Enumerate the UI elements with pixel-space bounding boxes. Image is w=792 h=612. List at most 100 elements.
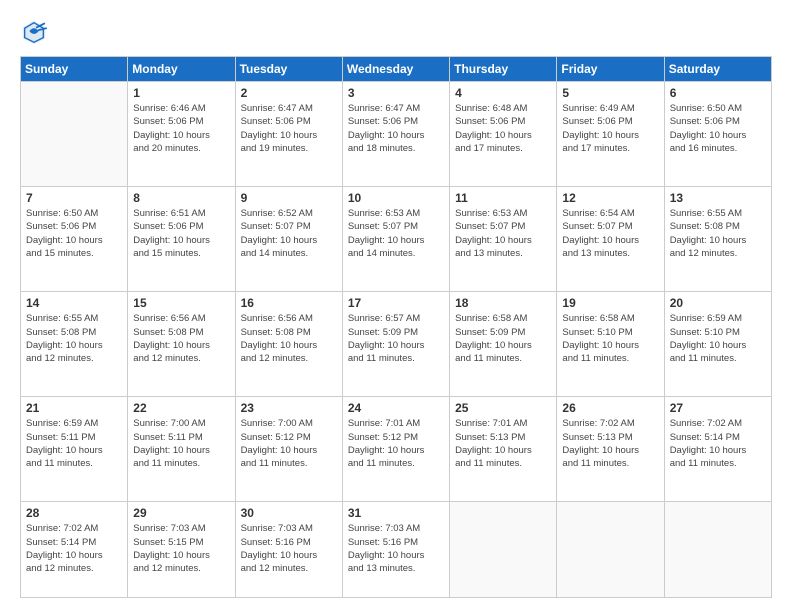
day-number: 13	[670, 191, 766, 205]
day-header-wednesday: Wednesday	[342, 57, 449, 82]
page: SundayMondayTuesdayWednesdayThursdayFrid…	[0, 0, 792, 612]
calendar-cell: 3 Sunrise: 6:47 AM Sunset: 5:06 PM Daylig…	[342, 82, 449, 187]
day-header-sunday: Sunday	[21, 57, 128, 82]
day-info: Sunrise: 6:57 AM Sunset: 5:09 PM Dayligh…	[348, 312, 444, 365]
calendar-cell: 4 Sunrise: 6:48 AM Sunset: 5:06 PM Daylig…	[450, 82, 557, 187]
logo-icon	[20, 18, 48, 46]
day-info: Sunrise: 7:03 AM Sunset: 5:15 PM Dayligh…	[133, 522, 229, 575]
calendar-cell: 2 Sunrise: 6:47 AM Sunset: 5:06 PM Daylig…	[235, 82, 342, 187]
day-number: 8	[133, 191, 229, 205]
calendar-cell: 23 Sunrise: 7:00 AM Sunset: 5:12 PM Dayli…	[235, 397, 342, 502]
day-info: Sunrise: 6:58 AM Sunset: 5:10 PM Dayligh…	[562, 312, 658, 365]
calendar-cell: 31 Sunrise: 7:03 AM Sunset: 5:16 PM Dayli…	[342, 502, 449, 598]
calendar-cell: 22 Sunrise: 7:00 AM Sunset: 5:11 PM Dayli…	[128, 397, 235, 502]
calendar-cell: 25 Sunrise: 7:01 AM Sunset: 5:13 PM Dayli…	[450, 397, 557, 502]
day-number: 27	[670, 401, 766, 415]
calendar-table: SundayMondayTuesdayWednesdayThursdayFrid…	[20, 56, 772, 598]
day-info: Sunrise: 7:02 AM Sunset: 5:14 PM Dayligh…	[670, 417, 766, 470]
logo	[20, 18, 52, 46]
day-number: 1	[133, 86, 229, 100]
day-number: 7	[26, 191, 122, 205]
day-info: Sunrise: 6:47 AM Sunset: 5:06 PM Dayligh…	[348, 102, 444, 155]
day-info: Sunrise: 7:01 AM Sunset: 5:13 PM Dayligh…	[455, 417, 551, 470]
day-info: Sunrise: 6:48 AM Sunset: 5:06 PM Dayligh…	[455, 102, 551, 155]
day-number: 6	[670, 86, 766, 100]
day-info: Sunrise: 7:03 AM Sunset: 5:16 PM Dayligh…	[241, 522, 337, 575]
header	[20, 18, 772, 46]
day-info: Sunrise: 7:00 AM Sunset: 5:12 PM Dayligh…	[241, 417, 337, 470]
calendar-cell: 6Sunrise: 6:50 AM Sunset: 5:06 PM Daylig…	[664, 82, 771, 187]
day-number: 24	[348, 401, 444, 415]
day-info: Sunrise: 7:03 AM Sunset: 5:16 PM Dayligh…	[348, 522, 444, 575]
calendar-header-row: SundayMondayTuesdayWednesdayThursdayFrid…	[21, 57, 772, 82]
day-number: 14	[26, 296, 122, 310]
day-number: 18	[455, 296, 551, 310]
day-info: Sunrise: 7:00 AM Sunset: 5:11 PM Dayligh…	[133, 417, 229, 470]
calendar-cell: 8 Sunrise: 6:51 AM Sunset: 5:06 PM Daylig…	[128, 187, 235, 292]
day-number: 11	[455, 191, 551, 205]
day-number: 2	[241, 86, 337, 100]
day-number: 28	[26, 506, 122, 520]
calendar-cell: 30Sunrise: 7:03 AM Sunset: 5:16 PM Dayli…	[235, 502, 342, 598]
day-number: 20	[670, 296, 766, 310]
day-number: 10	[348, 191, 444, 205]
calendar-cell: 24 Sunrise: 7:01 AM Sunset: 5:12 PM Dayli…	[342, 397, 449, 502]
day-header-thursday: Thursday	[450, 57, 557, 82]
calendar-cell: 7 Sunrise: 6:50 AM Sunset: 5:06 PM Daylig…	[21, 187, 128, 292]
calendar-cell: 19 Sunrise: 6:58 AM Sunset: 5:10 PM Dayli…	[557, 292, 664, 397]
day-info: Sunrise: 6:59 AM Sunset: 5:10 PM Dayligh…	[670, 312, 766, 365]
calendar-cell: 28 Sunrise: 7:02 AM Sunset: 5:14 PM Dayli…	[21, 502, 128, 598]
day-info: Sunrise: 6:50 AM Sunset: 5:06 PM Dayligh…	[26, 207, 122, 260]
day-number: 19	[562, 296, 658, 310]
calendar-cell: 20 Sunrise: 6:59 AM Sunset: 5:10 PM Dayli…	[664, 292, 771, 397]
day-info: Sunrise: 6:53 AM Sunset: 5:07 PM Dayligh…	[455, 207, 551, 260]
day-number: 29	[133, 506, 229, 520]
day-number: 17	[348, 296, 444, 310]
calendar-cell: 18 Sunrise: 6:58 AM Sunset: 5:09 PM Dayli…	[450, 292, 557, 397]
day-number: 31	[348, 506, 444, 520]
day-header-tuesday: Tuesday	[235, 57, 342, 82]
day-info: Sunrise: 6:54 AM Sunset: 5:07 PM Dayligh…	[562, 207, 658, 260]
calendar-cell: 9 Sunrise: 6:52 AM Sunset: 5:07 PM Daylig…	[235, 187, 342, 292]
day-number: 3	[348, 86, 444, 100]
day-number: 15	[133, 296, 229, 310]
calendar-cell	[664, 502, 771, 598]
day-info: Sunrise: 7:02 AM Sunset: 5:14 PM Dayligh…	[26, 522, 122, 575]
day-number: 5	[562, 86, 658, 100]
calendar-cell: 1 Sunrise: 6:46 AM Sunset: 5:06 PM Daylig…	[128, 82, 235, 187]
week-row-2: 7 Sunrise: 6:50 AM Sunset: 5:06 PM Daylig…	[21, 187, 772, 292]
week-row-4: 21Sunrise: 6:59 AM Sunset: 5:11 PM Dayli…	[21, 397, 772, 502]
day-number: 26	[562, 401, 658, 415]
day-number: 21	[26, 401, 122, 415]
calendar-cell: 14Sunrise: 6:55 AM Sunset: 5:08 PM Dayli…	[21, 292, 128, 397]
day-info: Sunrise: 6:51 AM Sunset: 5:06 PM Dayligh…	[133, 207, 229, 260]
day-info: Sunrise: 6:55 AM Sunset: 5:08 PM Dayligh…	[670, 207, 766, 260]
day-info: Sunrise: 6:53 AM Sunset: 5:07 PM Dayligh…	[348, 207, 444, 260]
day-header-monday: Monday	[128, 57, 235, 82]
day-info: Sunrise: 6:56 AM Sunset: 5:08 PM Dayligh…	[133, 312, 229, 365]
day-number: 23	[241, 401, 337, 415]
calendar-cell: 17 Sunrise: 6:57 AM Sunset: 5:09 PM Dayli…	[342, 292, 449, 397]
day-info: Sunrise: 6:58 AM Sunset: 5:09 PM Dayligh…	[455, 312, 551, 365]
day-header-saturday: Saturday	[664, 57, 771, 82]
day-number: 22	[133, 401, 229, 415]
week-row-1: 1 Sunrise: 6:46 AM Sunset: 5:06 PM Daylig…	[21, 82, 772, 187]
day-header-friday: Friday	[557, 57, 664, 82]
calendar-cell: 15 Sunrise: 6:56 AM Sunset: 5:08 PM Dayli…	[128, 292, 235, 397]
day-number: 4	[455, 86, 551, 100]
day-info: Sunrise: 6:46 AM Sunset: 5:06 PM Dayligh…	[133, 102, 229, 155]
day-info: Sunrise: 6:49 AM Sunset: 5:06 PM Dayligh…	[562, 102, 658, 155]
calendar-cell: 12Sunrise: 6:54 AM Sunset: 5:07 PM Dayli…	[557, 187, 664, 292]
calendar-cell	[450, 502, 557, 598]
day-number: 25	[455, 401, 551, 415]
day-info: Sunrise: 6:56 AM Sunset: 5:08 PM Dayligh…	[241, 312, 337, 365]
day-info: Sunrise: 7:01 AM Sunset: 5:12 PM Dayligh…	[348, 417, 444, 470]
calendar-cell: 26Sunrise: 7:02 AM Sunset: 5:13 PM Dayli…	[557, 397, 664, 502]
week-row-5: 28 Sunrise: 7:02 AM Sunset: 5:14 PM Dayli…	[21, 502, 772, 598]
calendar-cell: 13 Sunrise: 6:55 AM Sunset: 5:08 PM Dayli…	[664, 187, 771, 292]
day-number: 9	[241, 191, 337, 205]
day-number: 16	[241, 296, 337, 310]
day-info: Sunrise: 6:52 AM Sunset: 5:07 PM Dayligh…	[241, 207, 337, 260]
day-info: Sunrise: 6:47 AM Sunset: 5:06 PM Dayligh…	[241, 102, 337, 155]
calendar-cell: 27 Sunrise: 7:02 AM Sunset: 5:14 PM Dayli…	[664, 397, 771, 502]
